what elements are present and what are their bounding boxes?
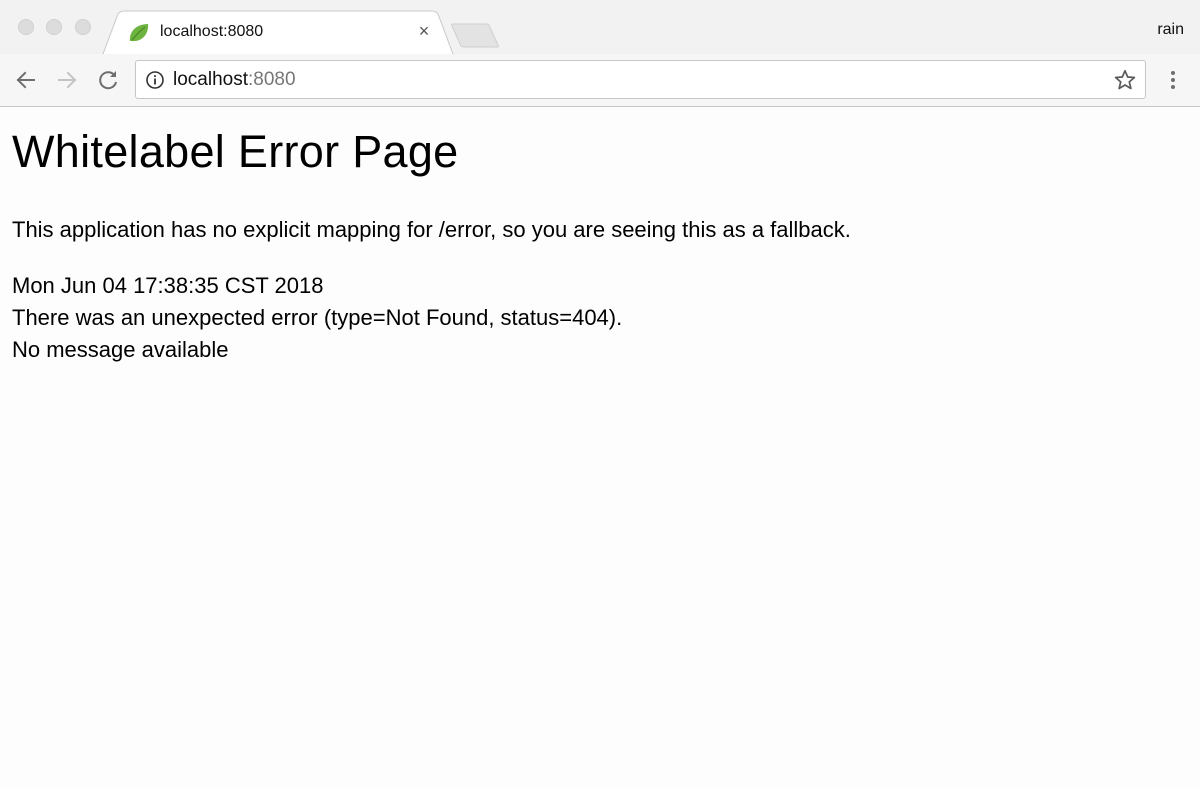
error-timestamp: Mon Jun 04 17:38:35 CST 2018 [12,273,324,298]
address-bar[interactable]: localhost:8080 [135,60,1146,99]
profile-name[interactable]: rain [1157,20,1184,40]
info-icon[interactable] [145,70,165,90]
error-type-status: There was an unexpected error (type=Not … [12,305,623,330]
error-explanation: This application has no explicit mapping… [12,217,851,242]
tab-title: localhost:8080 [160,23,264,40]
tab-close-button[interactable]: × [414,21,434,41]
page-title: Whitelabel Error Page [12,126,459,177]
forward-arrow-icon[interactable] [54,67,80,93]
reload-icon[interactable] [95,67,121,93]
bookmark-star-icon[interactable] [1113,68,1137,92]
url-port: :8080 [248,69,296,90]
error-detail: No message available [12,337,229,362]
new-tab-button[interactable] [449,22,501,48]
back-arrow-icon[interactable] [13,67,39,93]
toolbar: localhost:8080 [0,54,1200,107]
spring-leaf-icon [127,21,151,45]
tab-strip: localhost:8080 × rain [0,0,1200,54]
url-text[interactable]: localhost:8080 [173,69,296,91]
url-host: localhost [173,69,248,90]
page-content: Whitelabel Error Page This application h… [0,108,1200,788]
more-menu-icon[interactable] [1163,67,1183,93]
browser-window: localhost:8080 × rain localhost:8080 Whi… [0,0,1200,788]
